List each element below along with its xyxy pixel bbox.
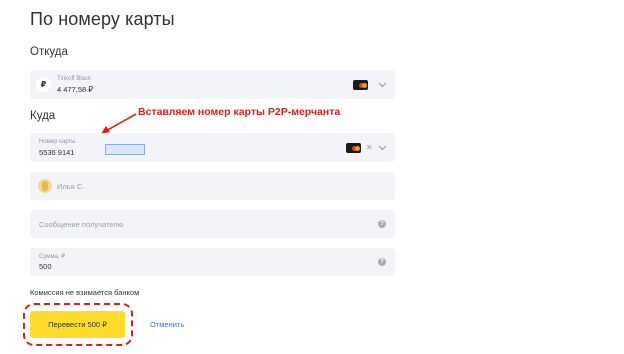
card-number-field[interactable]: Номер карты 5536 9141 ✕ <box>30 133 395 162</box>
amount-caption: Сумма, ₽ <box>39 254 66 260</box>
ruble-icon: ₽ <box>36 77 51 92</box>
card-number-highlight <box>105 144 145 155</box>
recipient-avatar <box>38 179 52 193</box>
chevron-down-icon[interactable] <box>378 145 387 151</box>
transfer-button[interactable]: Перевести 500 ₽ <box>30 311 125 338</box>
recipient-name: Илья С. <box>57 182 85 191</box>
annotation-text: Вставляем номер карты P2P-мерчанта <box>138 106 341 118</box>
message-placeholder: Сообщение получателю <box>39 220 124 229</box>
source-card-name: Tinkoff Black <box>57 76 92 82</box>
message-field[interactable]: Сообщение получателю ? <box>30 210 395 238</box>
clear-icon[interactable]: ✕ <box>366 144 373 152</box>
card-number-input[interactable]: 5536 9141 <box>39 148 74 157</box>
help-icon[interactable]: ? <box>378 258 386 266</box>
source-card-select[interactable]: ₽ Tinkoff Black 4 477,58 ₽ <box>30 70 395 99</box>
amount-field[interactable]: Сумма, ₽ 500 ? <box>30 248 395 276</box>
mastercard-card-icon <box>346 143 361 153</box>
recipient-name-field: Илья С. <box>30 172 395 200</box>
source-card-balance: 4 477,58 ₽ <box>57 85 94 94</box>
card-number-caption: Номер карты <box>39 139 76 145</box>
cancel-link[interactable]: Отменить <box>150 320 184 329</box>
amount-input[interactable]: 500 <box>39 262 52 271</box>
mastercard-card-icon <box>353 80 368 90</box>
commission-note: Комиссия не взимается банком <box>30 288 140 297</box>
page-title: По номеру карты <box>30 9 175 29</box>
from-section-label: Откуда <box>30 46 68 58</box>
to-section-label: Куда <box>30 110 56 122</box>
help-icon[interactable]: ? <box>378 220 386 228</box>
chevron-down-icon[interactable] <box>378 82 387 88</box>
